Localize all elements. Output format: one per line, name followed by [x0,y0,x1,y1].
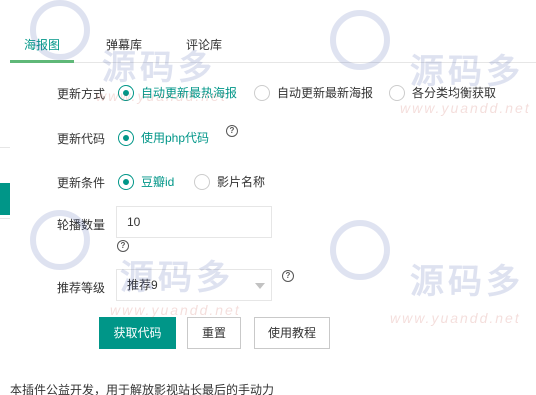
radio-unchecked-icon [389,84,405,101]
radio-use-php-code[interactable]: 使用php代码 [118,129,209,146]
update-code-label: 更新代码 [57,132,106,146]
radio-checked-icon [118,173,134,190]
watermark-url: www.yuandd.net [400,100,531,116]
tab-poster[interactable]: 海报图 [10,30,74,63]
tutorial-button[interactable]: 使用教程 [254,317,330,349]
radio-label: 自动更新最热海报 [141,86,238,100]
radio-unchecked-icon [194,173,210,190]
radio-label: 各分类均衡获取 [412,86,497,100]
watermark-text: 源码多 [410,262,524,302]
radio-balanced-categories[interactable]: 各分类均衡获取 [389,84,496,101]
carousel-count-label: 轮播数量 [57,218,106,232]
radio-label: 使用php代码 [141,131,210,145]
recommend-level-select[interactable]: 推荐9 [116,269,272,301]
tab-comments[interactable]: 评论库 [180,30,228,63]
radio-label: 自动更新最新海报 [277,86,374,100]
help-icon[interactable]: ? [226,125,238,137]
watermark-url: www.yuandd.net [390,310,521,326]
radio-update-newest[interactable]: 自动更新最新海报 [254,84,373,101]
carousel-count-input[interactable]: 10 [116,206,272,238]
recommend-level-label: 推荐等级 [57,281,106,295]
chevron-down-icon [255,283,265,289]
get-code-button[interactable]: 获取代码 [99,317,176,349]
radio-update-hottest[interactable]: 自动更新最热海报 [118,84,237,101]
update-mode-label: 更新方式 [57,87,106,101]
tab-active-underline [10,60,74,63]
left-edge-divider [0,218,10,219]
help-icon[interactable]: ? [282,270,294,282]
left-edge-active-indicator [0,183,10,215]
radio-label: 豆瓣id [141,175,175,189]
radio-label: 影片名称 [217,175,266,189]
update-condition-label: 更新条件 [57,176,106,190]
footer-note: 本插件公益开发，用于解放影视站长最后的手动力 [10,383,275,395]
watermark-url: www.yuandd.net [110,302,241,318]
reset-button[interactable]: 重置 [187,317,241,349]
watermark-logo [330,220,390,280]
radio-douban-id[interactable]: 豆瓣id [118,173,174,190]
tab-danmaku[interactable]: 弹幕库 [100,30,148,63]
left-edge-divider [0,147,10,148]
radio-checked-icon [118,84,134,101]
radio-checked-icon [118,129,134,146]
radio-unchecked-icon [254,84,270,101]
tab-bar: 海报图 弹幕库 评论库 [10,30,536,63]
help-icon[interactable]: ? [117,240,129,252]
radio-movie-name[interactable]: 影片名称 [194,173,265,190]
